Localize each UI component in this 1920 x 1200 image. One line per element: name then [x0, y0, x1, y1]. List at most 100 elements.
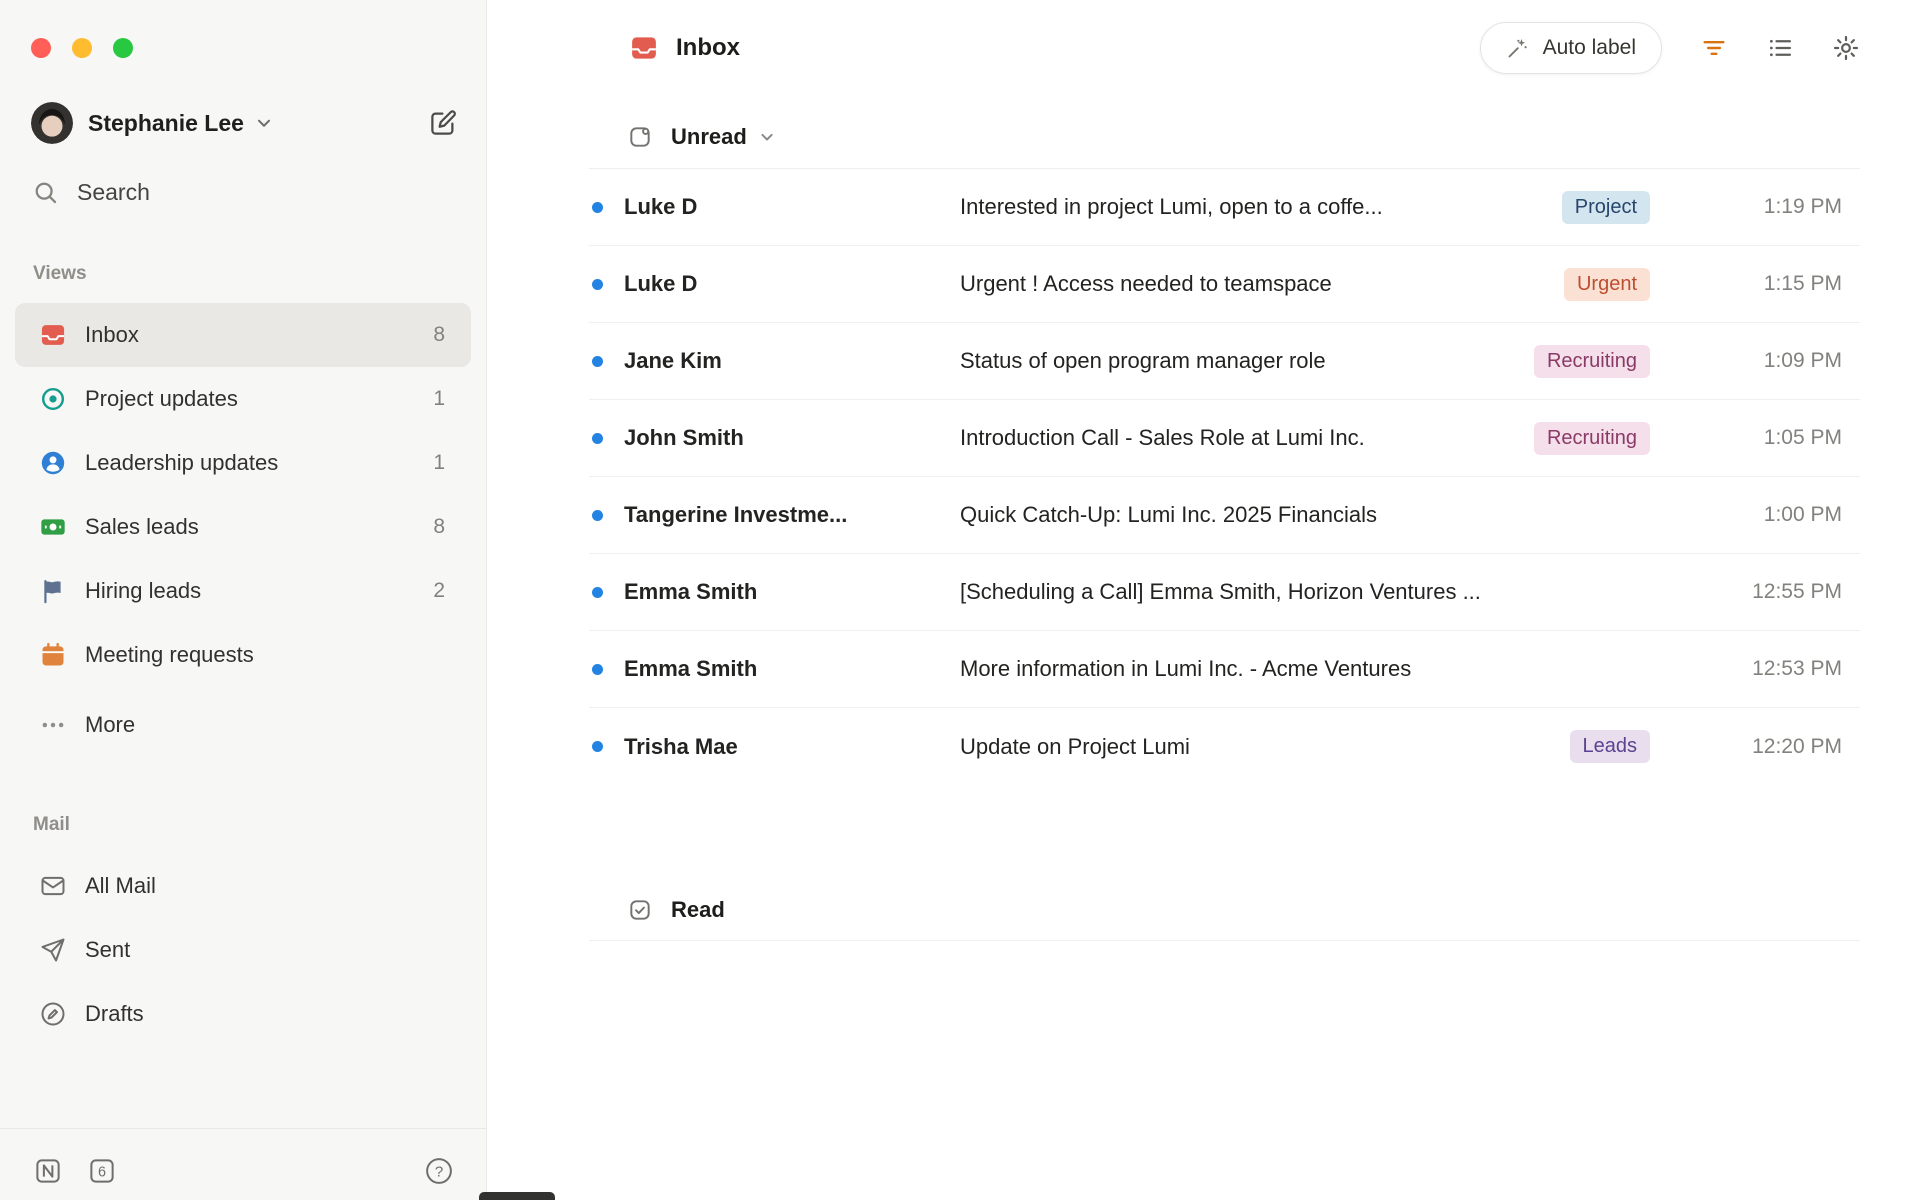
read-label: Read	[671, 896, 725, 922]
sidebar-item-inbox[interactable]: Inbox 8	[15, 303, 471, 367]
sidebar-item-label: Project updates	[85, 386, 238, 411]
chevron-down-icon[interactable]	[757, 127, 777, 147]
sidebar-section: Views Inbox 8 Project updates 1 Leadersh…	[0, 263, 486, 757]
email-time: 1:15 PM	[1763, 272, 1842, 295]
sidebar-item-list: All Mail Sent Drafts	[0, 854, 486, 1046]
avatar[interactable]	[31, 102, 73, 144]
email-subject: Urgent ! Access needed to teamspace	[960, 271, 1332, 296]
email-list: Luke D Interested in project Lumi, open …	[589, 168, 1860, 785]
magic-wand-icon	[1506, 36, 1530, 60]
unread-dot	[592, 355, 603, 367]
unread-dot	[592, 663, 603, 675]
email-row[interactable]: John Smith Introduction Call - Sales Rol…	[589, 400, 1860, 477]
sidebar-item-label: Meeting requests	[85, 642, 254, 667]
unread-dot	[592, 586, 603, 598]
unread-checkbox-icon[interactable]	[627, 124, 653, 150]
sidebar-item-count: 1	[433, 451, 445, 474]
window-controls	[0, 0, 486, 58]
email-row[interactable]: Emma Smith [Scheduling a Call] Emma Smit…	[589, 554, 1860, 631]
sidebar-item-label: Hiring leads	[85, 578, 202, 603]
sidebar-item-leadership-updates[interactable]: Leadership updates 1	[15, 431, 471, 495]
mail-icon	[39, 872, 67, 900]
sidebar-sections: Views Inbox 8 Project updates 1 Leadersh…	[0, 263, 486, 1046]
app-window: Stephanie Lee Search Views Inbox 8 Proje…	[0, 0, 1920, 1200]
email-time: 1:19 PM	[1763, 195, 1842, 218]
list-view-icon[interactable]	[1766, 34, 1794, 62]
email-time: 12:55 PM	[1752, 580, 1842, 603]
read-checkbox-icon[interactable]	[627, 897, 653, 923]
email-label-badge[interactable]: Recruiting	[1533, 344, 1650, 378]
sidebar-item-sales-leads[interactable]: Sales leads 8	[15, 495, 471, 559]
chevron-down-icon[interactable]	[253, 112, 275, 134]
sidebar-item-all-mail[interactable]: All Mail	[15, 854, 471, 918]
help-button[interactable]: ?	[424, 1156, 454, 1186]
unread-dot	[592, 741, 603, 752]
close-button[interactable]	[31, 38, 51, 58]
sidebar-item-label: Sales leads	[85, 514, 199, 539]
email-subject: Quick Catch-Up: Lumi Inc. 2025 Financial…	[960, 502, 1377, 527]
sidebar-item-label: Sent	[85, 937, 131, 962]
unread-dot	[592, 278, 603, 290]
email-label-badge[interactable]: Recruiting	[1533, 421, 1650, 455]
email-subject: Status of open program manager role	[960, 348, 1326, 373]
unread-label: Unread	[671, 124, 747, 149]
flag-icon	[39, 577, 67, 605]
user-name[interactable]: Stephanie Lee	[88, 110, 244, 137]
email-subject: Interested in project Lumi, open to a co…	[960, 194, 1383, 219]
email-sender: Emma Smith	[624, 579, 758, 604]
scrollbar-thumb[interactable]	[479, 1192, 555, 1200]
sidebar-item-count: 2	[433, 579, 445, 602]
compose-button[interactable]	[428, 108, 458, 138]
sidebar-item-more[interactable]: More	[15, 693, 471, 757]
email-row[interactable]: Luke D Urgent ! Access needed to teamspa…	[589, 246, 1860, 323]
email-row[interactable]: Trisha Mae Update on Project Lumi Leads …	[589, 708, 1860, 785]
auto-label-button[interactable]: Auto label	[1479, 22, 1662, 74]
minimize-button[interactable]	[72, 38, 92, 58]
email-label-badge[interactable]: Urgent	[1563, 267, 1650, 301]
sidebar-item-label: All Mail	[85, 873, 156, 898]
read-section-header[interactable]: Read	[589, 869, 1860, 941]
sidebar-item-list: Inbox 8 Project updates 1 Leadership upd…	[0, 303, 486, 757]
email-time: 1:05 PM	[1763, 426, 1842, 449]
settings-gear-icon[interactable]	[1832, 34, 1860, 62]
email-subject: Introduction Call - Sales Role at Lumi I…	[960, 425, 1365, 450]
email-row[interactable]: Emma Smith More information in Lumi Inc.…	[589, 631, 1860, 708]
sidebar: Stephanie Lee Search Views Inbox 8 Proje…	[0, 0, 487, 1200]
main-pane: Inbox Auto label Unread Luke D Intereste…	[487, 0, 1920, 1200]
svg-text:?: ?	[435, 1163, 443, 1180]
sidebar-item-project-updates[interactable]: Project updates 1	[15, 367, 471, 431]
sidebar-item-meeting-requests[interactable]: Meeting requests	[15, 623, 471, 687]
search-label: Search	[77, 179, 150, 205]
filter-icon[interactable]	[1700, 34, 1728, 62]
unread-dot	[592, 432, 603, 444]
email-row[interactable]: Luke D Interested in project Lumi, open …	[589, 169, 1860, 246]
search-icon	[32, 179, 59, 206]
email-row[interactable]: Tangerine Investme... Quick Catch-Up: Lu…	[589, 477, 1860, 554]
email-sender: Trisha Mae	[624, 733, 738, 759]
email-time: 12:53 PM	[1752, 657, 1842, 680]
search-button[interactable]: Search	[32, 179, 458, 206]
sidebar-item-sent[interactable]: Sent	[15, 918, 471, 982]
person-circle-icon	[39, 449, 67, 477]
notion-app-icon[interactable]	[33, 1156, 63, 1186]
email-time: 1:09 PM	[1763, 349, 1842, 372]
email-label-badge[interactable]: Project	[1561, 190, 1650, 224]
email-sender: Luke D	[624, 194, 698, 219]
inbox-icon	[629, 33, 659, 63]
page-title: Inbox	[676, 34, 740, 61]
email-sender: Tangerine Investme...	[624, 502, 848, 527]
banknote-icon	[39, 513, 67, 541]
inbox-icon	[39, 321, 67, 349]
calendar-app-icon[interactable]: 6	[87, 1156, 117, 1186]
auto-label-text: Auto label	[1542, 36, 1636, 59]
sidebar-item-hiring-leads[interactable]: Hiring leads 2	[15, 559, 471, 623]
email-label-badge[interactable]: Leads	[1569, 730, 1650, 763]
sidebar-item-label: Leadership updates	[85, 450, 279, 475]
unread-section-header[interactable]: Unread	[589, 96, 1860, 168]
zoom-button[interactable]	[113, 38, 133, 58]
email-subject: [Scheduling a Call] Emma Smith, Horizon …	[960, 579, 1481, 604]
sidebar-item-label: Drafts	[85, 1001, 144, 1026]
sidebar-item-drafts[interactable]: Drafts	[15, 982, 471, 1046]
email-sender: John Smith	[624, 425, 744, 450]
email-row[interactable]: Jane Kim Status of open program manager …	[589, 323, 1860, 400]
